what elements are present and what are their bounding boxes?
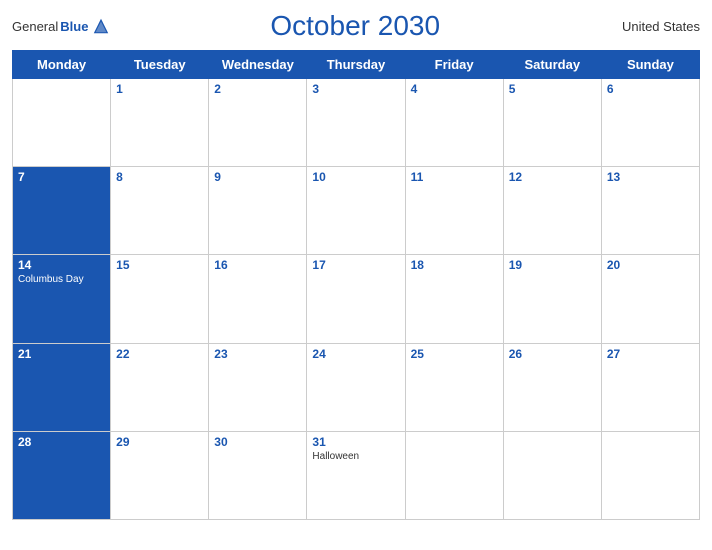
day-number: 3 — [312, 82, 399, 96]
calendar-cell: 16 — [209, 255, 307, 343]
logo-text: General Blue — [12, 17, 110, 35]
calendar-cell — [13, 79, 111, 167]
day-number: 25 — [411, 347, 498, 361]
calendar-cell: 9 — [209, 167, 307, 255]
day-number: 24 — [312, 347, 399, 361]
calendar-cell: 17 — [307, 255, 405, 343]
header-monday: Monday — [13, 51, 111, 79]
calendar-cell: 11 — [405, 167, 503, 255]
calendar-cell: 24 — [307, 343, 405, 431]
calendar-header: General Blue October 2030 United States — [12, 10, 700, 42]
day-number: 17 — [312, 258, 399, 272]
calendar-cell: 1 — [111, 79, 209, 167]
calendar-cell: 23 — [209, 343, 307, 431]
header-tuesday: Tuesday — [111, 51, 209, 79]
calendar-cell: 14 Columbus Day — [13, 255, 111, 343]
weekday-header-row: Monday Tuesday Wednesday Thursday Friday… — [13, 51, 700, 79]
day-number: 13 — [607, 170, 694, 184]
calendar-cell: 25 — [405, 343, 503, 431]
day-number: 4 — [411, 82, 498, 96]
day-number: 2 — [214, 82, 301, 96]
calendar-cell: 13 — [601, 167, 699, 255]
week-row-4: 21 22 23 24 25 26 27 — [13, 343, 700, 431]
day-number: 20 — [607, 258, 694, 272]
logo-blue-text: Blue — [60, 19, 88, 34]
header-sunday: Sunday — [601, 51, 699, 79]
day-number: 19 — [509, 258, 596, 272]
week-row-3: 14 Columbus Day 15 16 17 18 19 20 — [13, 255, 700, 343]
logo-general-text: General — [12, 19, 58, 34]
country-label: United States — [600, 19, 700, 34]
header-friday: Friday — [405, 51, 503, 79]
day-number: 26 — [509, 347, 596, 361]
calendar-table: Monday Tuesday Wednesday Thursday Friday… — [12, 50, 700, 520]
day-number: 15 — [116, 258, 203, 272]
day-number: 22 — [116, 347, 203, 361]
calendar-cell: 27 — [601, 343, 699, 431]
calendar-cell: 5 — [503, 79, 601, 167]
calendar-cell: 3 — [307, 79, 405, 167]
calendar-cell: 21 — [13, 343, 111, 431]
day-number: 14 — [18, 258, 105, 272]
calendar-cell: 20 — [601, 255, 699, 343]
day-number: 27 — [607, 347, 694, 361]
calendar-cell: 19 — [503, 255, 601, 343]
day-number: 29 — [116, 435, 203, 449]
header-thursday: Thursday — [307, 51, 405, 79]
day-number: 30 — [214, 435, 301, 449]
logo-icon — [92, 17, 110, 35]
calendar-cell: 8 — [111, 167, 209, 255]
calendar-cell: 22 — [111, 343, 209, 431]
calendar-cell: 10 — [307, 167, 405, 255]
holiday-name: Halloween — [312, 451, 399, 462]
day-number: 10 — [312, 170, 399, 184]
holiday-name: Columbus Day — [18, 274, 105, 285]
day-number: 1 — [116, 82, 203, 96]
day-number: 6 — [607, 82, 694, 96]
day-number: 8 — [116, 170, 203, 184]
header-wednesday: Wednesday — [209, 51, 307, 79]
day-number: 7 — [18, 170, 105, 184]
calendar-cell: 18 — [405, 255, 503, 343]
day-number: 23 — [214, 347, 301, 361]
calendar-cell: 30 — [209, 431, 307, 519]
calendar-cell: 15 — [111, 255, 209, 343]
calendar-cell: 4 — [405, 79, 503, 167]
month-title: October 2030 — [110, 10, 600, 42]
calendar-cell: 12 — [503, 167, 601, 255]
week-row-2: 789 10 11 12 13 — [13, 167, 700, 255]
day-number: 16 — [214, 258, 301, 272]
calendar-cell: 31 Halloween — [307, 431, 405, 519]
day-number: 21 — [18, 347, 105, 361]
calendar-cell: 6 — [601, 79, 699, 167]
day-number: 18 — [411, 258, 498, 272]
calendar-cell — [601, 431, 699, 519]
day-number: 11 — [411, 170, 498, 184]
calendar-cell: 2 — [209, 79, 307, 167]
week-row-1: 123456 — [13, 79, 700, 167]
calendar-container: General Blue October 2030 United States … — [0, 0, 712, 550]
calendar-cell: 28 — [13, 431, 111, 519]
calendar-cell: 7 — [13, 167, 111, 255]
calendar-cell: 29 — [111, 431, 209, 519]
day-number: 28 — [18, 435, 105, 449]
logo-area: General Blue — [12, 17, 110, 35]
day-number: 31 — [312, 435, 399, 449]
calendar-cell — [405, 431, 503, 519]
calendar-cell: 26 — [503, 343, 601, 431]
week-row-5: 28 29 30 31 Halloween — [13, 431, 700, 519]
day-number: 12 — [509, 170, 596, 184]
day-number: 9 — [214, 170, 301, 184]
day-number: 5 — [509, 82, 596, 96]
header-saturday: Saturday — [503, 51, 601, 79]
calendar-cell — [503, 431, 601, 519]
